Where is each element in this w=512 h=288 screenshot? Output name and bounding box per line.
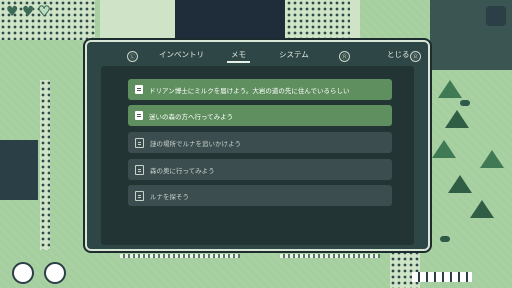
l-shoulder-button-icon[interactable]: Ⓛ [127,51,138,62]
button-prompts [12,262,66,284]
pine-tree [470,200,494,218]
pine-tree [432,140,456,158]
pine-tree [438,80,462,98]
building-roof [175,0,285,40]
heart-full-icon: ♥ [22,4,35,20]
memo-item[interactable]: ドリアン博士にミルクを届けよう。大岩の道の先に住んでいるらしい [128,79,392,100]
stone-wall [40,80,50,250]
tab-inventory[interactable]: インベントリ [159,46,204,64]
bush [440,236,450,242]
pine-tree [445,110,469,128]
stone-wall [390,250,420,288]
memo-item[interactable]: 迷いの森の方へ行ってみよう [128,105,392,126]
pause-menu: Ⓛ インベントリ メモ システム Ⓡ とじる Ⓑ ドリアン博士にミルクを届けよう… [85,40,430,251]
note-checked-icon [135,190,144,201]
heart-full-icon: ♥ [6,4,19,20]
health-hearts: ♥ ♥ ♥ [6,4,52,20]
r-shoulder-button-icon[interactable]: Ⓡ [339,51,350,62]
backpack-icon [486,6,506,26]
pine-tree [448,175,472,193]
tab-system[interactable]: システム [279,46,309,64]
memo-item[interactable]: ルナを探そう [128,185,392,206]
close-label[interactable]: とじる [387,46,410,64]
stone-wall [280,0,350,40]
memo-item[interactable]: 森の奥に行ってみよう [128,159,392,180]
memo-text: 森の奥に行ってみよう [150,166,215,175]
memo-text: 謎の場所でルナを追いかけよう [150,139,241,148]
memo-text: ドリアン博士にミルクを届けよう。大岩の道の先に住んでいるらしい [149,86,350,95]
action-button-icon [12,262,34,284]
b-button-icon[interactable]: Ⓑ [410,51,421,62]
note-checked-icon [135,164,144,175]
memo-text: 迷いの森の方へ行ってみよう [149,112,234,121]
heart-empty-icon: ♥ [38,4,52,20]
note-icon [135,111,143,120]
building [0,140,38,200]
hotbar [412,272,472,282]
menu-tabs: Ⓛ インベントリ メモ システム Ⓡ とじる Ⓑ [87,46,428,64]
action-button-icon [44,262,66,284]
note-checked-icon [135,137,144,148]
fence [280,254,380,258]
memo-item[interactable]: 謎の場所でルナを追いかけよう [128,132,392,153]
fence [120,254,240,258]
tool-icon [486,34,504,52]
note-icon [135,85,143,94]
memo-text: ルナを探そう [150,192,189,201]
bush [460,100,470,106]
pine-tree [480,150,504,168]
memo-list: ドリアン博士にミルクを届けよう。大岩の道の先に住んでいるらしい 迷いの森の方へ行… [101,66,414,245]
tab-memo[interactable]: メモ [227,46,250,64]
